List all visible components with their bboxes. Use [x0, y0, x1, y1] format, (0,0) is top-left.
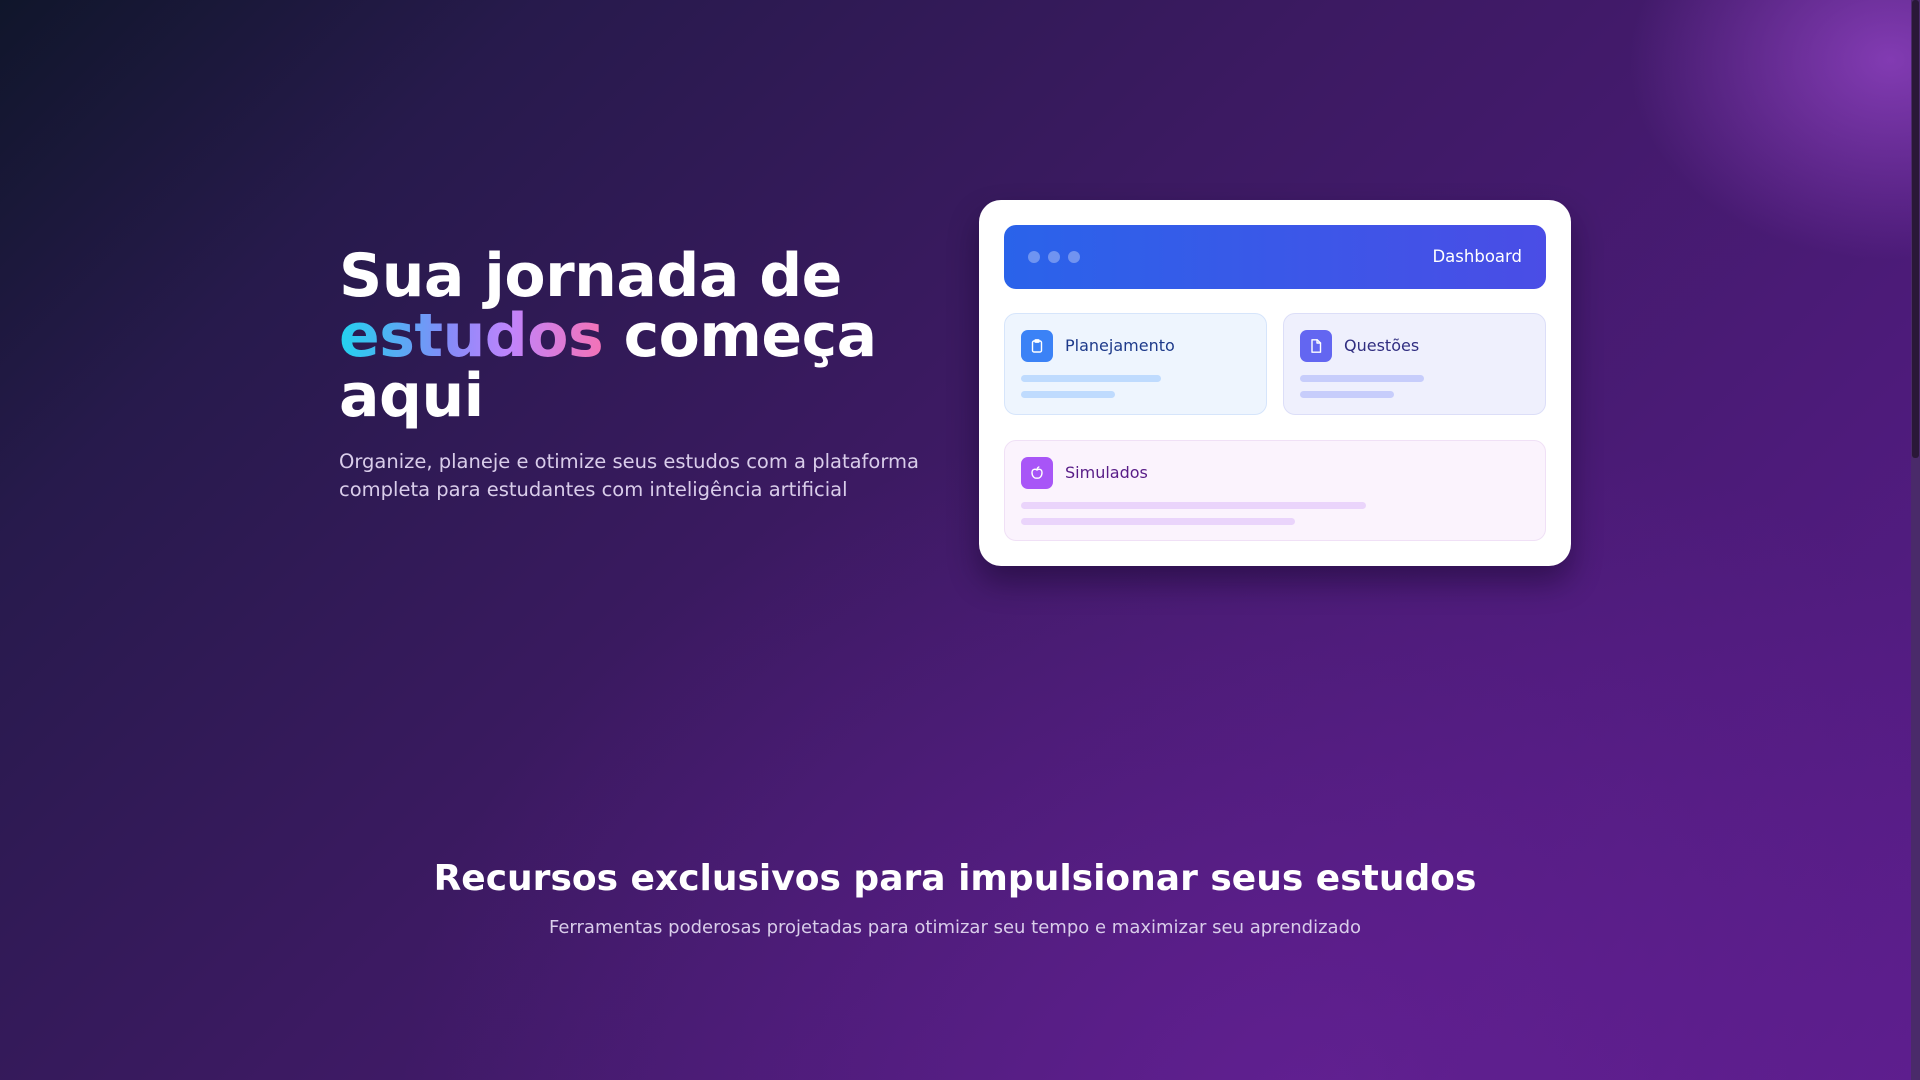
progress-bar: [1300, 375, 1424, 382]
hero-title-line-3: aqui: [339, 361, 484, 431]
window-dots: [1028, 251, 1080, 263]
features-title: Recursos exclusivos para impulsionar seu…: [433, 858, 1477, 899]
scrollbar[interactable]: [1911, 0, 1920, 1080]
hero-subtitle: Organize, planeje e otimize seus estudos…: [339, 450, 919, 501]
progress-bar: [1021, 391, 1115, 398]
window-dot: [1028, 251, 1040, 263]
dashboard-title: Dashboard: [1432, 247, 1522, 266]
hero-title: Sua jornada de estudos começa aqui: [339, 246, 939, 426]
window-dot: [1048, 251, 1060, 263]
tile-label: Questões: [1344, 336, 1420, 355]
document-icon: [1300, 330, 1332, 362]
window-dot: [1068, 251, 1080, 263]
progress-bar: [1021, 375, 1161, 382]
hero-title-line-2-rest: começa: [603, 301, 878, 371]
clipboard-icon: [1021, 330, 1053, 362]
dashboard-header: Dashboard: [1004, 225, 1546, 289]
hero-title-line-2: estudos começa: [339, 306, 939, 366]
apple-icon: [1021, 457, 1053, 489]
hero-section: Sua jornada de estudos começa aqui Organ…: [339, 246, 939, 504]
dashboard-preview-card: Dashboard Planejamento Questões Simulado…: [979, 200, 1571, 566]
scrollbar-thumb[interactable]: [1912, 0, 1919, 458]
tile-label: Planejamento: [1065, 336, 1175, 355]
features-subtitle: Ferramentas poderosas projetadas para ot…: [548, 917, 1362, 938]
progress-bar: [1021, 502, 1366, 509]
progress-bar: [1021, 518, 1295, 525]
progress-bar: [1300, 391, 1394, 398]
hero-title-line-1: Sua jornada de: [339, 241, 842, 311]
tile-questoes: Questões: [1283, 313, 1546, 415]
tile-planejamento: Planejamento: [1004, 313, 1267, 415]
tile-simulados: Simulados: [1004, 440, 1546, 541]
tile-label: Simulados: [1065, 463, 1148, 482]
